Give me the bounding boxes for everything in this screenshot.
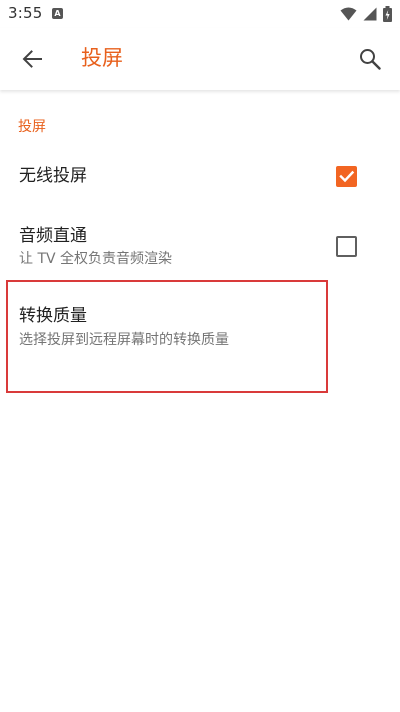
section-header: 投屏 bbox=[18, 119, 46, 135]
pref-wireless-cast[interactable]: 无线投屏 bbox=[0, 150, 400, 204]
audio-passthrough-checkbox[interactable] bbox=[336, 236, 357, 257]
status-time: 3:55 bbox=[8, 4, 43, 22]
signal-icon bbox=[363, 7, 377, 21]
app-bar: 投屏 bbox=[0, 28, 400, 90]
battery-charging-icon bbox=[383, 6, 392, 22]
pref-title: 无线投屏 bbox=[19, 166, 87, 186]
wifi-icon bbox=[340, 7, 357, 21]
wireless-cast-checkbox[interactable] bbox=[336, 166, 357, 187]
checkmark-icon bbox=[339, 170, 355, 183]
page-title: 投屏 bbox=[81, 46, 123, 70]
highlight-box bbox=[6, 280, 328, 393]
pref-title: 音频直通 bbox=[19, 226, 87, 246]
arrow-back-icon bbox=[22, 50, 42, 68]
search-icon bbox=[360, 49, 381, 70]
notification-icon: A bbox=[52, 8, 63, 19]
status-bar: 3:55 A bbox=[0, 0, 400, 28]
back-button[interactable] bbox=[10, 37, 54, 81]
pref-audio-passthrough[interactable]: 音频直通 让 TV 全权负责音频渲染 bbox=[0, 214, 400, 280]
status-icons bbox=[340, 6, 392, 22]
search-button[interactable] bbox=[348, 37, 392, 81]
pref-summary: 让 TV 全权负责音频渲染 bbox=[19, 251, 173, 267]
